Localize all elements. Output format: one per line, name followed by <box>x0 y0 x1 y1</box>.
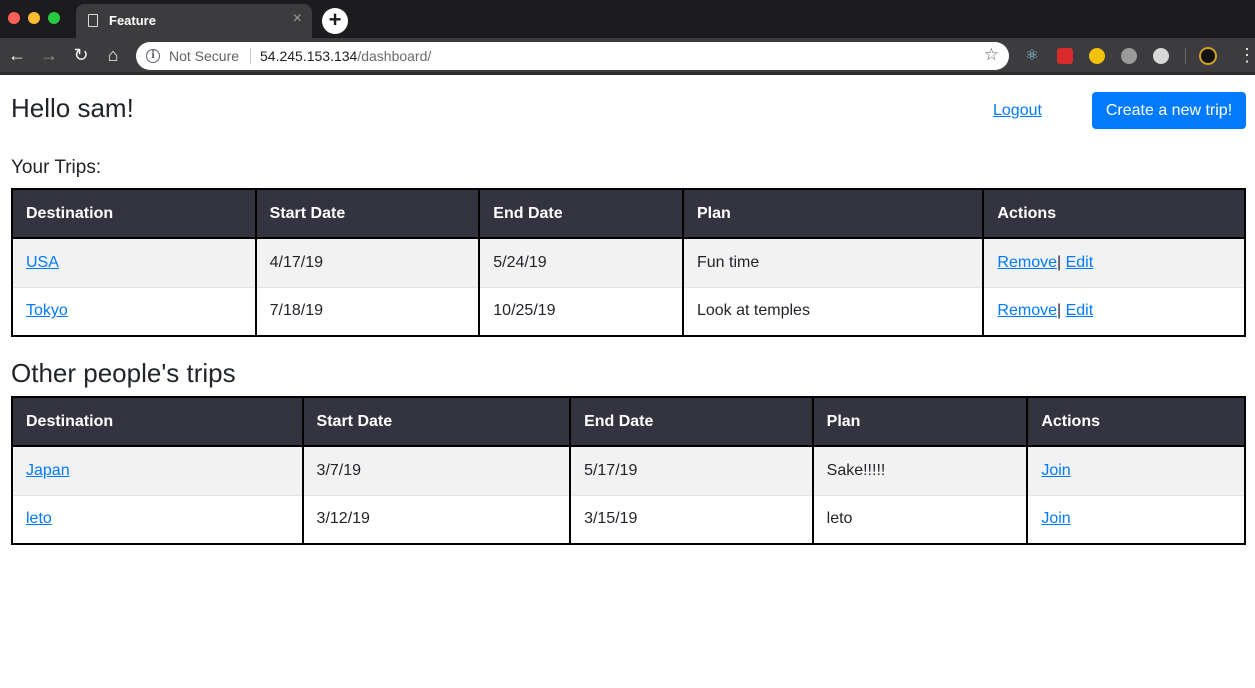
destination-link[interactable]: Japan <box>26 462 70 479</box>
url-host: 54.245.153.134 <box>260 48 358 64</box>
destination-link[interactable]: Tokyo <box>26 302 68 319</box>
destination-link[interactable]: leto <box>26 510 52 527</box>
address-bar[interactable]: i Not Secure 54.245.153.134/dashboard/ ☆ <box>136 42 1009 70</box>
extension-icon[interactable] <box>1057 48 1073 64</box>
maximize-window-button[interactable] <box>48 12 60 24</box>
table-row: Tokyo 7/18/19 10/25/19 Look at temples R… <box>11 286 1246 337</box>
edit-link[interactable]: Edit <box>1066 302 1094 319</box>
actions-cell: Join <box>1026 494 1246 545</box>
back-arrow-icon[interactable]: ← <box>6 44 28 66</box>
security-label: Not Secure <box>169 48 240 64</box>
end-date-cell: 5/17/19 <box>569 445 814 496</box>
reload-icon[interactable]: ↻ <box>70 44 92 66</box>
actions-cell: Remove| Edit <box>982 237 1246 288</box>
destination-link[interactable]: USA <box>26 254 59 271</box>
toolbar-divider <box>1185 48 1186 64</box>
table-row: leto 3/12/19 3/15/19 leto Join <box>11 494 1246 545</box>
browser-tab-bar: Feature × + <box>0 0 1255 38</box>
minimize-window-button[interactable] <box>28 12 40 24</box>
react-devtools-icon[interactable]: ⚛ <box>1024 48 1040 64</box>
end-date-cell: 10/25/19 <box>478 286 684 337</box>
start-date-cell: 7/18/19 <box>254 286 481 337</box>
join-link[interactable]: Join <box>1041 510 1070 527</box>
destination-cell: USA <box>11 237 257 288</box>
page-icon <box>88 14 98 27</box>
extension-icon[interactable] <box>1089 48 1105 64</box>
column-header: Start Date <box>254 188 481 239</box>
end-date-cell: 3/15/19 <box>569 494 814 545</box>
column-header: Destination <box>11 396 304 447</box>
home-icon[interactable]: ⌂ <box>102 44 124 66</box>
column-header: Actions <box>1026 396 1246 447</box>
browser-toolbar: ← → ↻ ⌂ i Not Secure 54.245.153.134/dash… <box>0 38 1255 75</box>
omnibox-divider <box>250 48 251 64</box>
logout-link[interactable]: Logout <box>993 102 1042 120</box>
page-title: Hello sam! <box>11 93 134 123</box>
column-header: Destination <box>11 188 257 239</box>
start-date-cell: 3/12/19 <box>301 494 572 545</box>
plan-cell: Fun time <box>681 237 985 288</box>
action-separator: | <box>1057 253 1062 271</box>
remove-link[interactable]: Remove <box>997 254 1057 271</box>
close-window-button[interactable] <box>8 12 20 24</box>
destination-cell: Tokyo <box>11 286 257 337</box>
your-trips-label: Your Trips: <box>11 157 102 178</box>
other-trips-heading: Other people's trips <box>11 358 236 388</box>
extension-icon[interactable] <box>1153 48 1169 64</box>
tab-title: Feature <box>109 13 156 28</box>
plus-icon[interactable]: + <box>322 8 348 34</box>
start-date-cell: 4/17/19 <box>254 237 481 288</box>
destination-cell: leto <box>11 494 304 545</box>
profile-avatar[interactable] <box>1199 47 1217 65</box>
table-header-row: Destination Start Date End Date Plan Act… <box>11 396 1246 447</box>
forward-arrow-icon[interactable]: → <box>38 44 60 66</box>
actions-cell: Join <box>1026 445 1246 496</box>
column-header: Start Date <box>301 396 572 447</box>
column-header: Plan <box>811 396 1029 447</box>
actions-cell: Remove| Edit <box>982 286 1246 337</box>
column-header: Plan <box>681 188 985 239</box>
plan-cell: Sake!!!!! <box>811 445 1029 496</box>
end-date-cell: 5/24/19 <box>478 237 684 288</box>
column-header: Actions <box>982 188 1246 239</box>
plan-cell: leto <box>811 494 1029 545</box>
url-path: /dashboard/ <box>357 48 432 64</box>
extension-icon[interactable] <box>1121 48 1137 64</box>
column-header: End Date <box>478 188 684 239</box>
destination-cell: Japan <box>11 445 304 496</box>
create-trip-button[interactable]: Create a new trip! <box>1092 92 1246 129</box>
join-link[interactable]: Join <box>1041 462 1070 479</box>
column-header: End Date <box>569 396 814 447</box>
info-icon[interactable]: i <box>146 49 160 63</box>
menu-icon[interactable]: ⋮ <box>1238 46 1255 64</box>
browser-tab[interactable]: Feature × <box>76 4 312 38</box>
remove-link[interactable]: Remove <box>997 302 1057 319</box>
table-header-row: Destination Start Date End Date Plan Act… <box>11 188 1246 239</box>
plan-cell: Look at temples <box>681 286 985 337</box>
edit-link[interactable]: Edit <box>1066 254 1094 271</box>
start-date-cell: 3/7/19 <box>301 445 572 496</box>
action-separator: | <box>1057 302 1062 320</box>
close-icon[interactable]: × <box>293 11 302 27</box>
table-row: USA 4/17/19 5/24/19 Fun time Remove| Edi… <box>11 237 1246 288</box>
table-row: Japan 3/7/19 5/17/19 Sake!!!!! Join <box>11 445 1246 496</box>
star-icon[interactable]: ☆ <box>984 45 999 65</box>
other-trips-table: Destination Start Date End Date Plan Act… <box>11 396 1246 545</box>
your-trips-table: Destination Start Date End Date Plan Act… <box>11 188 1246 337</box>
url-text[interactable]: 54.245.153.134/dashboard/ <box>260 48 431 64</box>
